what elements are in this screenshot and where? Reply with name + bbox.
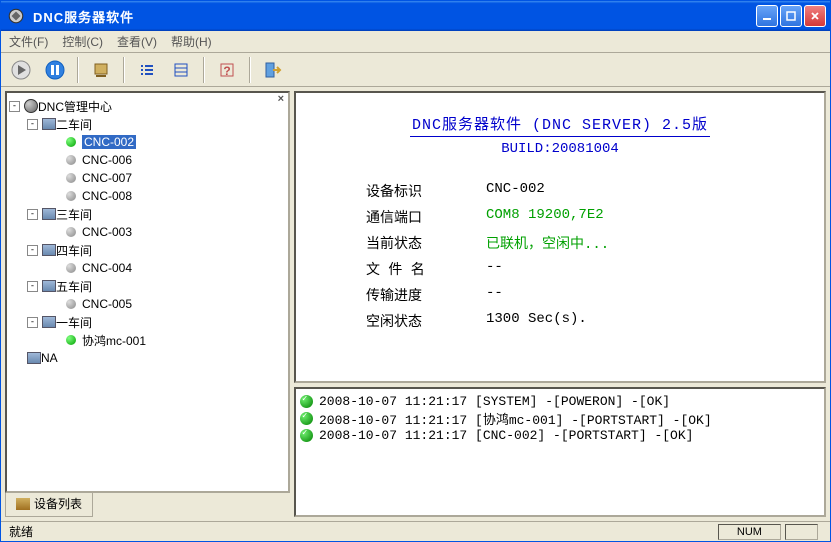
tree-workshop[interactable]: 四车间 [56, 242, 92, 259]
tree-device[interactable]: CNC-002 [82, 135, 136, 149]
tab-icon [16, 498, 30, 510]
tree-device[interactable]: CNC-007 [82, 171, 132, 185]
app-icon [7, 7, 25, 25]
tree-device[interactable]: CNC-006 [82, 153, 132, 167]
log-line: 2008-10-07 11:21:17 [SYSTEM] -[POWERON] … [300, 393, 820, 410]
toolbar: ? [1, 53, 830, 87]
menu-control[interactable]: 控制(C) [62, 33, 103, 50]
menubar: 文件(F) 控制(C) 查看(V) 帮助(H) [1, 31, 830, 53]
log-panel[interactable]: 2008-10-07 11:21:17 [SYSTEM] -[POWERON] … [294, 387, 826, 517]
tree-toggle[interactable]: - [27, 317, 38, 328]
status-dot-icon [66, 137, 76, 147]
status-dot-icon [66, 335, 76, 345]
tree-toggle[interactable]: - [27, 209, 38, 220]
workshop-icon [42, 118, 56, 130]
menu-help[interactable]: 帮助(H) [171, 33, 212, 50]
window-title: DNC服务器软件 [33, 7, 756, 26]
status-dot-icon [66, 155, 76, 165]
ok-icon [300, 395, 313, 408]
tree-device[interactable]: CNC-004 [82, 261, 132, 275]
close-button[interactable] [804, 5, 826, 27]
status-label: 当前状态 [366, 233, 486, 253]
ok-icon [300, 412, 313, 425]
info-panel: DNC服务器软件 (DNC SERVER) 2.5版 BUILD:2008100… [294, 91, 826, 383]
port-value: COM8 19200,7E2 [486, 207, 604, 227]
log-line: 2008-10-07 11:21:17 [CNC-002] -[PORTSTAR… [300, 427, 820, 444]
status-dot-icon [66, 173, 76, 183]
titlebar: DNC服务器软件 [1, 1, 830, 31]
tree-root[interactable]: DNC管理中心 [38, 98, 112, 115]
list1-button[interactable] [133, 56, 161, 84]
svg-text:?: ? [223, 64, 230, 78]
status-dot-icon [66, 263, 76, 273]
statusbar: 就绪 NUM [1, 521, 830, 541]
tree-toggle[interactable]: - [27, 119, 38, 130]
progress-value: -- [486, 285, 503, 305]
tree-toggle[interactable]: - [27, 245, 38, 256]
tree-workshop[interactable]: 三车间 [56, 206, 92, 223]
workshop-icon [42, 280, 56, 292]
tree-panel[interactable]: × -DNC管理中心- 二车间CNC-002CNC-006CNC-007CNC-… [5, 91, 290, 493]
file-label: 文 件 名 [366, 259, 486, 279]
file-value: -- [486, 259, 503, 279]
status-dot-icon [66, 299, 76, 309]
status-ready: 就绪 [9, 523, 718, 540]
status-dot-icon [66, 227, 76, 237]
device-id-label: 设备标识 [366, 181, 486, 201]
progress-label: 传输进度 [366, 285, 486, 305]
tree-device[interactable]: CNC-003 [82, 225, 132, 239]
info-build: BUILD:20081004 [326, 141, 794, 157]
status-value: 已联机，空闲中... [486, 233, 609, 253]
globe-icon [24, 99, 38, 113]
pause-button[interactable] [41, 56, 69, 84]
log-text: 2008-10-07 11:21:17 [CNC-002] -[PORTSTAR… [319, 428, 693, 443]
panel-close-icon[interactable]: × [274, 93, 288, 105]
device-button[interactable] [87, 56, 115, 84]
workshop-icon [42, 208, 56, 220]
status-dot-icon [66, 191, 76, 201]
left-panel: × -DNC管理中心- 二车间CNC-002CNC-006CNC-007CNC-… [5, 91, 290, 517]
tree-toggle[interactable]: - [27, 281, 38, 292]
info-title: DNC服务器软件 (DNC SERVER) 2.5版 [412, 117, 708, 134]
port-label: 通信端口 [366, 207, 486, 227]
menu-view[interactable]: 查看(V) [117, 33, 157, 50]
workshop-icon [27, 352, 41, 364]
exit-button[interactable] [259, 56, 287, 84]
status-num: NUM [718, 524, 781, 540]
device-id-value: CNC-002 [486, 181, 545, 201]
tree-workshop[interactable]: 一车间 [56, 314, 92, 331]
tab-device-list[interactable]: 设备列表 [5, 491, 93, 517]
tree-na[interactable]: NA [41, 351, 58, 365]
status-empty [785, 524, 818, 540]
log-line: 2008-10-07 11:21:17 [协鸿mc-001] -[PORTSTA… [300, 410, 820, 427]
log-text: 2008-10-07 11:21:17 [协鸿mc-001] -[PORTSTA… [319, 409, 712, 428]
tab-label: 设备列表 [34, 495, 82, 512]
workshop-icon [42, 316, 56, 328]
help-button[interactable]: ? [213, 56, 241, 84]
list2-button[interactable] [167, 56, 195, 84]
tree-workshop[interactable]: 二车间 [56, 116, 92, 133]
log-text: 2008-10-07 11:21:17 [SYSTEM] -[POWERON] … [319, 394, 670, 409]
tree-device[interactable]: CNC-008 [82, 189, 132, 203]
tree-device[interactable]: CNC-005 [82, 297, 132, 311]
maximize-button[interactable] [780, 5, 802, 27]
idle-label: 空闲状态 [366, 311, 486, 331]
tree-workshop[interactable]: 五车间 [56, 278, 92, 295]
play-button[interactable] [7, 56, 35, 84]
workshop-icon [42, 244, 56, 256]
tree-device[interactable]: 协鸿mc-001 [82, 332, 146, 349]
tree-toggle[interactable]: - [9, 101, 20, 112]
idle-value: 1300 Sec(s). [486, 311, 587, 331]
menu-file[interactable]: 文件(F) [9, 33, 48, 50]
minimize-button[interactable] [756, 5, 778, 27]
ok-icon [300, 429, 313, 442]
